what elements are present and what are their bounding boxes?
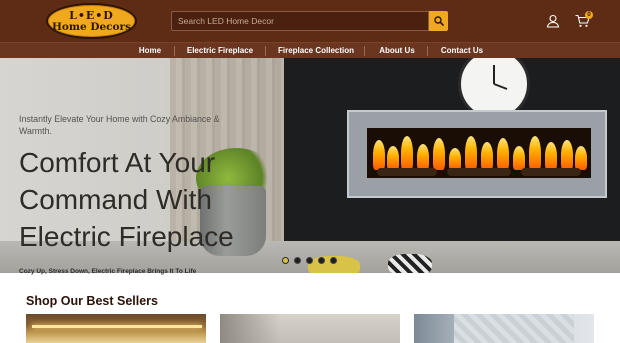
logo-text-bottom: Home Decors <box>52 20 131 33</box>
hero-title: Comfort At Your Command With Electric Fi… <box>19 147 234 252</box>
product-card-2[interactable] <box>220 314 400 343</box>
hero-kicker-text: Instantly Elevate Your Home with Cozy Am… <box>19 114 220 136</box>
nav-item-home[interactable]: Home <box>131 43 169 59</box>
patterned-cushion-image <box>388 254 432 273</box>
hero-subtitle: Cozy Up, Stress Down, Electric Fireplace… <box>19 268 197 275</box>
logo-text-top: L•E•D <box>69 8 114 22</box>
best-sellers-heading: Shop Our Best Sellers <box>26 294 158 308</box>
search-icon <box>433 16 444 26</box>
user-icon[interactable] <box>546 14 560 28</box>
clock-face-icon <box>493 65 508 90</box>
slider-dot-4[interactable] <box>318 257 325 264</box>
search-bar <box>171 11 448 31</box>
search-input[interactable] <box>171 11 429 31</box>
nav-divider <box>265 46 266 56</box>
nav-item-fireplace-collection[interactable]: Fireplace Collection <box>273 43 359 59</box>
led-strip-image <box>32 325 202 328</box>
nav-item-about-us[interactable]: About Us <box>372 43 422 59</box>
product-card-1[interactable] <box>26 314 206 343</box>
nav-item-contact-us[interactable]: Contact Us <box>435 43 489 59</box>
nav-item-electric-fireplace[interactable]: Electric Fireplace <box>182 43 258 59</box>
fire-box <box>367 128 591 178</box>
slider-dot-1[interactable] <box>282 257 289 264</box>
slider-dots <box>282 257 337 265</box>
cart-count-badge: 0 <box>585 11 593 19</box>
nav-divider <box>174 46 175 56</box>
nav-divider <box>427 46 428 56</box>
search-button[interactable] <box>429 11 448 31</box>
electric-fireplace-image <box>347 110 607 198</box>
slider-dot-3[interactable] <box>306 257 313 264</box>
product-image-2 <box>220 314 280 343</box>
slider-dot-2[interactable] <box>294 257 301 264</box>
slider-dot-5[interactable] <box>330 257 337 264</box>
site-logo[interactable]: L•E•D Home Decors <box>46 3 137 39</box>
product-card-3[interactable] <box>414 314 594 343</box>
product-image-3 <box>454 314 574 343</box>
top-header: L•E•D Home Decors 0 <box>0 0 620 42</box>
main-nav: Home Electric Fireplace Fireplace Collec… <box>0 42 620 58</box>
nav-divider <box>364 46 365 56</box>
